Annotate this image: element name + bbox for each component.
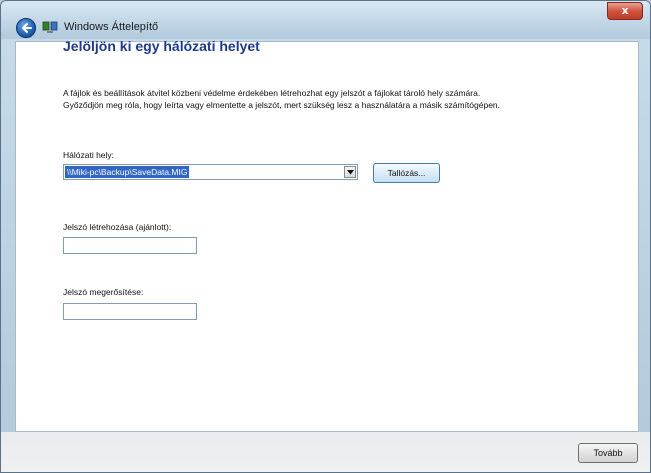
network-location-value[interactable]: \\Miki-pc\Backup\SaveData.MIG [65,166,190,178]
back-arrow-icon [22,23,32,33]
windows-easy-transfer-icon [42,21,58,33]
network-location-label: Hálózati hely: [63,150,115,160]
page-description: A fájlok és beállítások átvitel közbeni … [63,87,608,111]
back-button[interactable] [16,18,36,38]
combobox-dropdown-button[interactable] [344,166,356,178]
close-icon: x [621,4,629,17]
page-heading: Jelöljön ki egy hálózati helyet [63,38,260,54]
wizard-window: Windows Áttelepítő x Jelöljön ki egy hál… [0,0,651,473]
confirm-password-field[interactable] [63,303,197,320]
password-label: Jelszó létrehozása (ajánlott): [63,222,172,232]
next-button[interactable]: Tovább [578,443,638,463]
password-field[interactable] [63,237,197,254]
description-line-2: Győződjön meg róla, hogy leírta vagy elm… [63,100,501,110]
network-location-combobox[interactable]: \\Miki-pc\Backup\SaveData.MIG [63,164,358,180]
chevron-down-icon [347,170,354,175]
wizard-footer [1,432,650,472]
close-button[interactable]: x [607,2,643,20]
title-bar: Windows Áttelepítő x [1,1,650,39]
confirm-password-label: Jelszó megerősítése: [63,287,144,297]
browse-button[interactable]: Tallózás... [373,163,440,183]
description-line-1: A fájlok és beállítások átvitel közbeni … [63,88,481,98]
window-title: Windows Áttelepítő [64,21,159,33]
